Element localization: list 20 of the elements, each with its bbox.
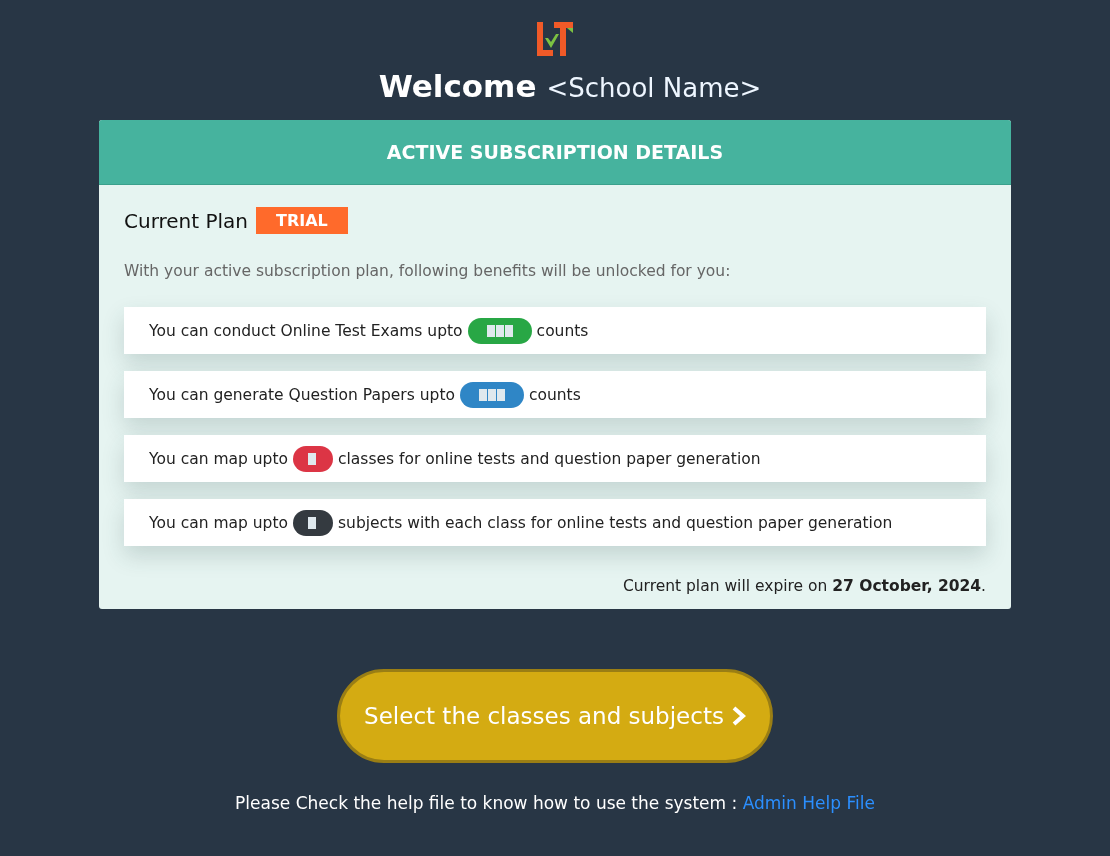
- select-classes-button[interactable]: Select the classes and subjects: [337, 669, 773, 763]
- admin-help-link[interactable]: Admin Help File: [742, 793, 875, 813]
- benefit-text: counts: [536, 321, 589, 340]
- benefit-text: You can conduct Online Test Exams upto: [149, 321, 463, 340]
- logo-icon: [536, 22, 574, 58]
- benefit-text: subjects with each class for online tests and question paper generation: [338, 513, 893, 532]
- benefit-text: counts: [528, 385, 581, 404]
- intro-text: With your active subscription plan, following benefits will be unlocked for you:: [124, 262, 732, 280]
- benefit-text: You can map upto: [149, 449, 288, 468]
- welcome-heading: Welcome: [378, 68, 537, 104]
- chevron-right-icon: [731, 706, 746, 726]
- plan-label: Current Plan: [124, 208, 249, 233]
- expiry-text: Current plan will expire on 27 October, 2024.: [621, 577, 986, 595]
- benefit-text: You can generate Question Papers upto: [149, 385, 455, 404]
- help-text: Please Check the help file to know how to use the system : Admin Help File: [235, 793, 875, 813]
- school-name: <School Name>: [546, 73, 762, 103]
- benefit-text: classes for online tests and question paper generation: [338, 449, 761, 468]
- plan-badge: TRIAL: [256, 207, 348, 234]
- benefit-text: You can map upto: [149, 513, 288, 532]
- card-header: ACTIVE SUBSCRIPTION DETAILS: [99, 120, 1011, 185]
